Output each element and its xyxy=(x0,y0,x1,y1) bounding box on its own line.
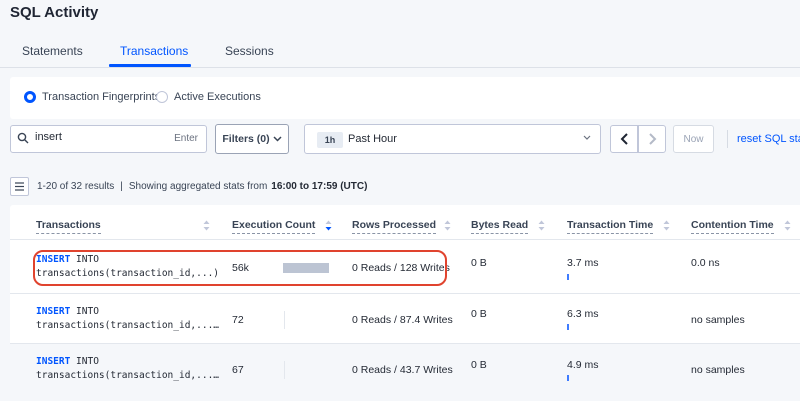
transactions-table: Transactions Execution Count Rows Proces… xyxy=(10,205,800,401)
enter-hint: Enter xyxy=(174,133,198,144)
tab-transactions[interactable]: Transactions xyxy=(120,44,188,58)
rows-processed: 0 Reads / 43.7 Writes xyxy=(352,364,453,376)
transaction-time: 3.7 ms xyxy=(567,257,599,269)
header-divider xyxy=(10,239,800,240)
column-header-bytes-read[interactable]: Bytes Read xyxy=(471,219,529,234)
sort-icon[interactable] xyxy=(538,220,545,231)
previous-range-button[interactable] xyxy=(610,125,638,153)
sort-icon[interactable] xyxy=(444,220,451,231)
now-button[interactable]: Now xyxy=(673,125,714,153)
transaction-time-bar xyxy=(567,375,569,381)
sort-icon[interactable] xyxy=(784,220,791,231)
sort-icon[interactable] xyxy=(663,220,670,231)
search-input[interactable] xyxy=(35,131,155,143)
filters-label: Filters (0) xyxy=(222,133,270,145)
bytes-read: 0 B xyxy=(471,257,487,269)
filters-button[interactable]: Filters (0) xyxy=(215,124,289,154)
contention-time: no samples xyxy=(691,364,745,376)
chevron-right-icon xyxy=(648,133,656,145)
column-header-execution-count[interactable]: Execution Count xyxy=(232,219,316,234)
view-toggle: Transaction Fingerprints Active Executio… xyxy=(10,77,800,119)
execution-count-bar xyxy=(284,311,285,329)
contention-time: no samples xyxy=(691,314,745,326)
column-header-transactions[interactable]: Transactions xyxy=(36,219,101,234)
time-range-label: Past Hour xyxy=(348,133,397,145)
time-range-select[interactable]: 1h Past Hour xyxy=(304,124,601,154)
execution-count: 67 xyxy=(232,364,244,376)
bytes-read: 0 B xyxy=(471,308,487,320)
transaction-link[interactable]: INSERT INTO transactions(transaction_id,… xyxy=(36,355,219,383)
rows-processed: 0 Reads / 87.4 Writes xyxy=(352,314,453,326)
page-title: SQL Activity xyxy=(10,4,99,21)
row-divider xyxy=(10,293,800,294)
column-selector-button[interactable] xyxy=(10,176,29,196)
sql-text: transactions(transaction_id,...… xyxy=(36,370,220,381)
transaction-time: 4.9 ms xyxy=(567,359,599,371)
results-prefix: Showing aggregated stats from xyxy=(128,180,268,192)
reset-sql-stats-link[interactable]: reset SQL stats xyxy=(737,133,800,145)
transaction-time-bar xyxy=(567,324,569,330)
bytes-read: 0 B xyxy=(471,359,487,371)
sql-text: transactions(transaction_id,...… xyxy=(36,320,220,331)
radio-label: Active Executions xyxy=(174,91,261,103)
time-range-badge: 1h xyxy=(317,132,343,148)
divider xyxy=(727,130,728,148)
sql-text: INTO xyxy=(70,306,99,317)
chevron-down-icon xyxy=(583,135,591,140)
sort-descending-icon[interactable] xyxy=(325,220,332,231)
transaction-time-bar xyxy=(567,274,569,280)
transaction-time: 6.3 ms xyxy=(567,308,599,320)
column-header-transaction-time[interactable]: Transaction Time xyxy=(567,219,654,234)
execution-count: 72 xyxy=(232,314,244,326)
sql-keyword: INSERT xyxy=(36,356,71,367)
sort-icon[interactable] xyxy=(203,220,210,231)
chevron-down-icon xyxy=(273,136,282,142)
contention-time: 0.0 ns xyxy=(691,257,720,269)
column-header-rows-processed[interactable]: Rows Processed xyxy=(352,219,437,234)
results-separator: | xyxy=(120,180,123,192)
radio-active-executions[interactable]: Active Executions xyxy=(156,91,261,103)
highlight-annotation xyxy=(33,250,447,286)
tab-statements[interactable]: Statements xyxy=(22,44,83,58)
tab-sessions[interactable]: Sessions xyxy=(225,44,274,58)
execution-count-bar xyxy=(284,361,285,379)
radio-label: Transaction Fingerprints xyxy=(42,91,161,103)
chevron-left-icon xyxy=(620,133,628,145)
sql-keyword: INSERT xyxy=(36,306,71,317)
radio-unselected-icon xyxy=(156,91,168,103)
active-tab-indicator xyxy=(109,64,191,67)
column-selector-icon xyxy=(15,181,24,191)
results-count: 1-20 of 32 results xyxy=(37,180,115,192)
tab-bar: Statements Transactions Sessions xyxy=(0,38,800,68)
column-header-contention-time[interactable]: Contention Time xyxy=(691,219,774,234)
radio-selected-icon xyxy=(24,91,36,103)
results-time-range: 16:00 to 17:59 (UTC) xyxy=(271,180,368,192)
transaction-link[interactable]: INSERT INTO transactions(transaction_id,… xyxy=(36,305,219,333)
radio-transaction-fingerprints[interactable]: Transaction Fingerprints xyxy=(24,91,160,103)
search-icon xyxy=(17,132,29,144)
next-range-button[interactable] xyxy=(638,125,666,153)
search-box: Enter xyxy=(10,125,207,153)
results-summary: 1-20 of 32 results | Showing aggregated … xyxy=(10,176,367,196)
sql-text: INTO xyxy=(70,356,99,367)
